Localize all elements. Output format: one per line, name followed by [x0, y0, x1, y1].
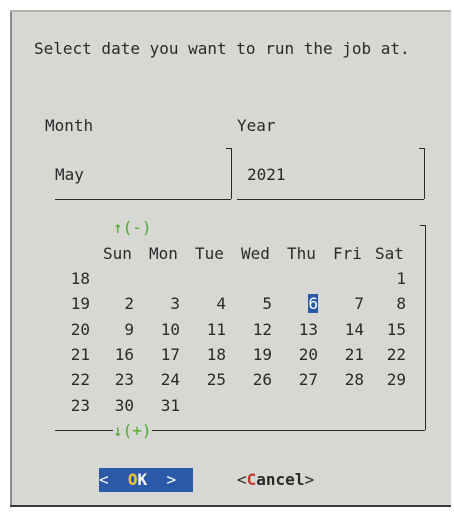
week-number: 21	[70, 344, 90, 364]
calendar-day[interactable]: 18	[202, 345, 226, 365]
calendar-day[interactable]: 21	[340, 345, 364, 365]
calendar-day[interactable]: 27	[294, 370, 318, 390]
week-number: 20	[70, 319, 90, 339]
calendar-day[interactable]: 26	[248, 370, 272, 390]
calendar-day[interactable]: 17	[156, 345, 180, 365]
weekday-thu: Thu	[287, 244, 316, 263]
calendar-day[interactable]: 7	[340, 294, 364, 314]
ok-button[interactable]: < OK >	[99, 468, 193, 492]
calendar-day[interactable]: 19	[248, 345, 272, 365]
calendar-day[interactable]: 15	[382, 320, 406, 340]
year-field[interactable]: 2021	[237, 148, 425, 200]
calendar-day[interactable]: 2	[110, 294, 134, 314]
week-number: 22	[70, 370, 90, 390]
calendar-day[interactable]: 30	[110, 396, 134, 416]
calendar-day[interactable]: 5	[248, 294, 272, 314]
calendar-day[interactable]: 22	[382, 345, 406, 365]
weekday-fri: Fri	[333, 244, 362, 263]
calendar-day[interactable]: 31	[156, 396, 180, 416]
year-label: Year	[237, 116, 276, 135]
year-value: 2021	[247, 165, 286, 184]
calendar-day[interactable]: 13	[294, 320, 318, 340]
week-number: 18	[70, 269, 90, 288]
calendar-next-nav[interactable]: ↓(+)	[113, 421, 152, 441]
calendar-day[interactable]: 29	[382, 370, 406, 390]
weekday-sun: Sun	[103, 244, 132, 263]
calendar-day[interactable]: 8	[382, 294, 406, 314]
calendar-day[interactable]: 9	[110, 320, 134, 340]
calendar-day[interactable]: 6	[294, 294, 318, 314]
month-label: Month	[45, 116, 94, 135]
calendar-day[interactable]: 25	[202, 370, 226, 390]
calendar-day[interactable]: 11	[202, 320, 226, 340]
calendar-day[interactable]: 14	[340, 320, 364, 340]
selected-day[interactable]: 6	[308, 294, 318, 314]
prompt-text: Select date you want to run the job at.	[34, 39, 410, 58]
cancel-button[interactable]: <Cancel>	[237, 470, 314, 490]
dialog-top-border	[10, 10, 454, 12]
calendar-day[interactable]: 28	[340, 370, 364, 390]
weekday-mon: Mon	[149, 244, 178, 263]
month-value: May	[55, 165, 84, 184]
week-number: 19	[70, 294, 90, 314]
calendar-day[interactable]: 20	[294, 345, 318, 365]
dialog-bottom-border	[10, 505, 454, 507]
calendar-day[interactable]: 12	[248, 320, 272, 340]
calendar-prev-nav[interactable]: ↑(-)	[113, 218, 152, 238]
calendar-day[interactable]: 16	[110, 345, 134, 365]
weekday-wed: Wed	[241, 244, 270, 263]
month-field[interactable]: May	[55, 148, 232, 200]
calendar-day[interactable]: 23	[110, 370, 134, 390]
week-number: 23	[70, 395, 90, 415]
calendar-day[interactable]: 3	[156, 294, 180, 314]
calendar-day[interactable]: 10	[156, 320, 180, 340]
calendar-day[interactable]: 4	[202, 294, 226, 314]
weekday-tue: Tue	[195, 244, 224, 263]
weekday-sat: Sat	[375, 244, 404, 263]
calendar-day[interactable]: 1	[382, 269, 406, 289]
calendar-day[interactable]: 24	[156, 370, 180, 390]
